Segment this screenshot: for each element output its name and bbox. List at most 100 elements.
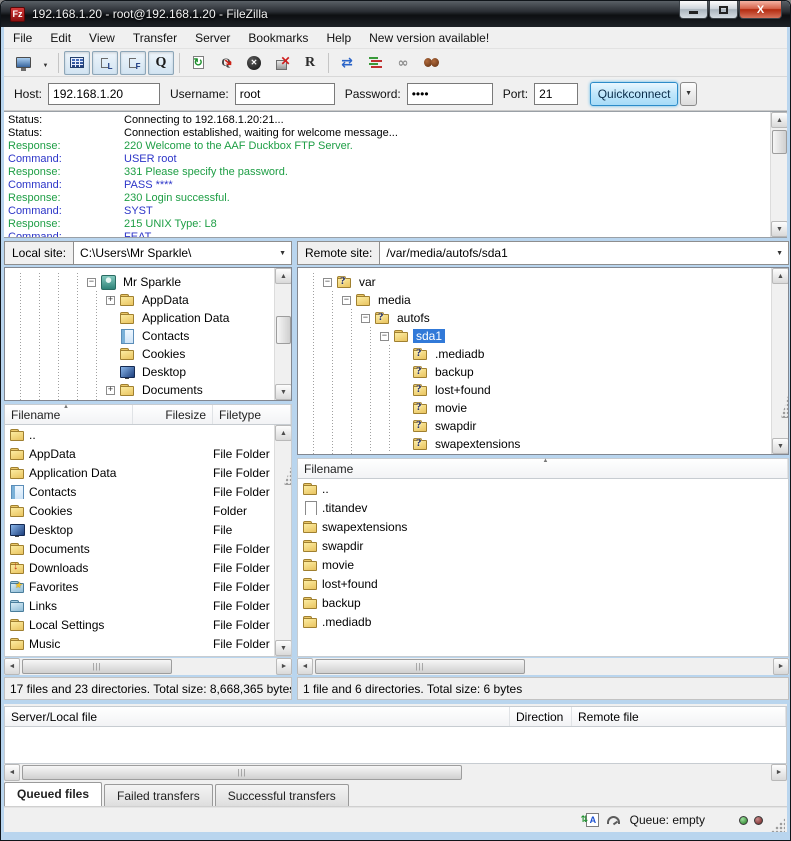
quickconnect-dropdown-button[interactable]: ▼ (680, 82, 697, 106)
cancel-button[interactable] (241, 51, 267, 75)
file-row[interactable]: DownloadsFile Folder (5, 558, 291, 577)
comparison-view-button[interactable] (362, 51, 388, 75)
file-row[interactable]: .. (5, 425, 291, 444)
tree-item[interactable]: swapdir (298, 417, 788, 435)
column-header-remote-file[interactable]: Remote file (572, 707, 786, 726)
tab-queued-files[interactable]: Queued files (4, 782, 102, 806)
scroll-down-arrow[interactable] (771, 221, 787, 237)
file-row[interactable]: .titandev (298, 498, 788, 517)
file-row[interactable]: .mediadb (298, 612, 788, 631)
scroll-up-arrow[interactable] (772, 268, 789, 284)
file-row[interactable]: lost+found (298, 574, 788, 593)
file-row[interactable]: .. (298, 479, 788, 498)
tree-item[interactable]: backup (298, 363, 788, 381)
scroll-left-arrow[interactable] (297, 658, 313, 675)
menu-server[interactable]: Server (186, 28, 239, 48)
scrollbar-thumb[interactable] (772, 130, 787, 154)
file-row[interactable]: MusicFile Folder (5, 634, 291, 653)
tree-item[interactable]: autofs (298, 309, 788, 327)
scrollbar-thumb[interactable] (276, 316, 291, 344)
scrollbar-thumb[interactable] (284, 449, 292, 485)
file-row[interactable]: Local SettingsFile Folder (5, 615, 291, 634)
password-input[interactable] (407, 83, 493, 105)
menu-bookmarks[interactable]: Bookmarks (239, 28, 317, 48)
tree-item[interactable]: Application Data (5, 309, 291, 327)
column-header-direction[interactable]: Direction (510, 707, 572, 726)
scroll-down-arrow[interactable] (275, 384, 292, 400)
find-files-button[interactable] (418, 51, 444, 75)
column-header-filetype[interactable]: Filetype (213, 405, 291, 424)
maximize-button[interactable] (709, 1, 738, 19)
expand-expander[interactable] (106, 386, 115, 395)
tree-item[interactable]: lost+found (298, 381, 788, 399)
tree-item[interactable]: sda1 (298, 327, 788, 345)
toggle-message-log-button[interactable] (64, 51, 90, 75)
process-queue-button[interactable]: Q (213, 51, 239, 75)
disconnect-button[interactable] (269, 51, 295, 75)
file-row[interactable]: movie (298, 555, 788, 574)
scroll-down-arrow[interactable] (275, 640, 292, 656)
toggle-remote-tree-button[interactable]: F (120, 51, 146, 75)
scroll-right-arrow[interactable] (773, 658, 789, 675)
scroll-right-arrow[interactable] (276, 658, 292, 675)
tree-item[interactable]: Documents (5, 381, 291, 399)
remote-site-combobox[interactable]: /var/media/autofs/sda1 ▼ (380, 242, 788, 264)
site-manager-dropdown-button[interactable] (38, 51, 53, 75)
collapse-expander[interactable] (361, 314, 370, 323)
scroll-left-arrow[interactable] (4, 764, 20, 781)
menu-edit[interactable]: Edit (41, 28, 80, 48)
close-button[interactable]: X (739, 1, 782, 19)
file-row[interactable]: CookiesFolder (5, 501, 291, 520)
file-row[interactable]: LinksFile Folder (5, 596, 291, 615)
local-list-scrollbar[interactable] (274, 425, 291, 656)
scroll-up-arrow[interactable] (275, 268, 292, 284)
scrollbar-thumb[interactable] (22, 659, 172, 674)
scroll-left-arrow[interactable] (4, 658, 20, 675)
reconnect-button[interactable]: R (297, 51, 323, 75)
scrollbar-thumb[interactable] (781, 374, 789, 418)
resize-grip[interactable] (771, 818, 785, 832)
file-row[interactable]: AppDataFile Folder (5, 444, 291, 463)
collapse-expander[interactable] (342, 296, 351, 305)
tree-item[interactable]: Desktop (5, 363, 291, 381)
tree-item[interactable]: AppData (5, 291, 291, 309)
tree-item[interactable]: Contacts (5, 327, 291, 345)
menu-help[interactable]: Help (317, 28, 360, 48)
port-input[interactable] (534, 83, 578, 105)
file-row[interactable]: ContactsFile Folder (5, 482, 291, 501)
site-manager-button[interactable] (10, 51, 36, 75)
tree-item[interactable]: media (298, 291, 788, 309)
file-row[interactable]: swapextensions (298, 517, 788, 536)
file-row[interactable]: FavoritesFile Folder (5, 577, 291, 596)
column-header-filename[interactable]: Filename▲ (5, 405, 133, 424)
local-list-hscrollbar[interactable] (4, 658, 292, 675)
file-row[interactable]: swapdir (298, 536, 788, 555)
menu-view[interactable]: View (80, 28, 124, 48)
scroll-up-arrow[interactable] (275, 425, 292, 441)
tab-failed-transfers[interactable]: Failed transfers (104, 784, 213, 806)
tree-item[interactable]: movie (298, 399, 788, 417)
file-row[interactable]: Application DataFile Folder (5, 463, 291, 482)
directory-comparison-button[interactable] (334, 51, 360, 75)
tree-item[interactable]: Downloads (5, 399, 291, 401)
refresh-button[interactable] (185, 51, 211, 75)
expand-expander[interactable] (106, 296, 115, 305)
menu-transfer[interactable]: Transfer (124, 28, 186, 48)
local-tree-scrollbar[interactable] (274, 268, 291, 400)
menu-file[interactable]: File (4, 28, 41, 48)
queue-hscrollbar[interactable] (4, 764, 787, 781)
username-input[interactable] (235, 83, 335, 105)
remote-tree-scrollbar[interactable] (771, 268, 788, 454)
speed-limits-icon[interactable] (607, 816, 620, 824)
tab-successful-transfers[interactable]: Successful transfers (215, 784, 349, 806)
column-header-filename[interactable]: Filename▲ (298, 459, 788, 478)
column-header-server-local-file[interactable]: Server/Local file (5, 707, 510, 726)
tree-item[interactable]: dvd (298, 453, 788, 455)
quickconnect-button[interactable]: Quickconnect (590, 82, 678, 106)
title-bar[interactable]: Fz 192.168.1.20 - root@192.168.1.20 - Fi… (1, 1, 790, 27)
file-row[interactable]: DesktopFile (5, 520, 291, 539)
toggle-queue-button[interactable]: Q (148, 51, 174, 75)
synchronized-browsing-button[interactable] (390, 51, 416, 75)
tree-item[interactable]: swapextensions (298, 435, 788, 453)
remote-list-hscrollbar[interactable] (297, 658, 789, 675)
